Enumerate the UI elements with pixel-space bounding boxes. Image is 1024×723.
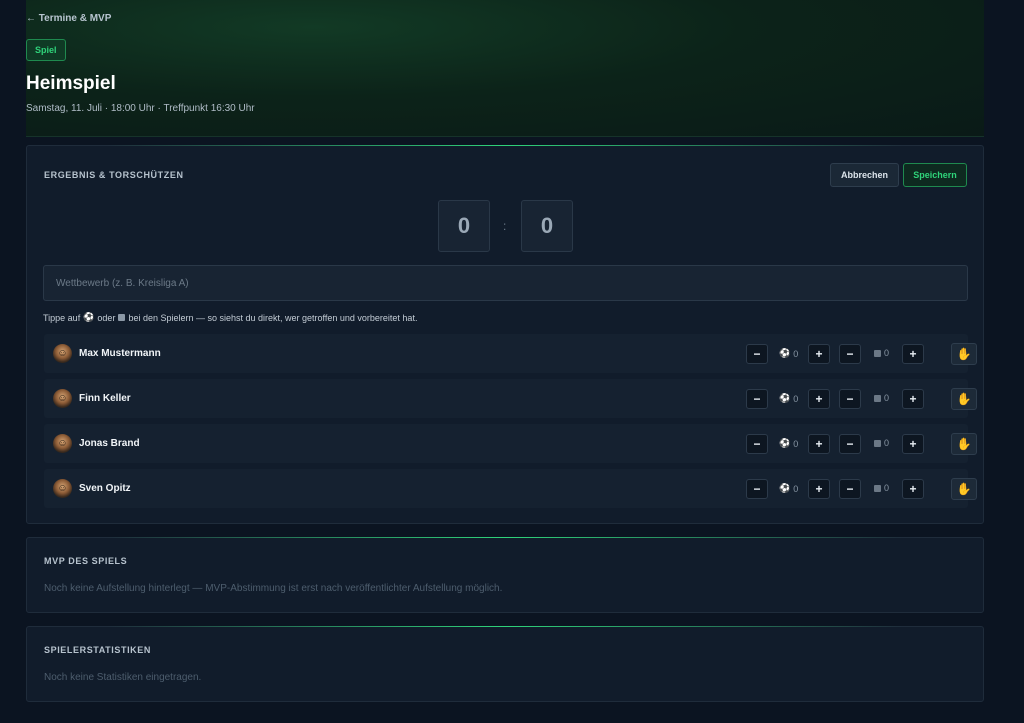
goal-increment-button[interactable]: +: [808, 344, 830, 364]
assist-value: 0: [884, 348, 890, 358]
player-name: Finn Keller: [79, 393, 131, 404]
assist-decrement-button[interactable]: −: [839, 434, 861, 454]
hint-text-3: bei den Spielern — so siehst du direkt, …: [128, 312, 418, 323]
score-home-input[interactable]: 0: [438, 200, 490, 252]
player-row: ☺ Max Mustermann − ⚽ 0 + − 0 + ✋: [44, 334, 977, 373]
soccer-ball-icon: ⚽: [779, 483, 791, 493]
assist-count: 0: [874, 438, 889, 448]
stats-card: SPIELERSTATISTIKEN Noch keine Statistike…: [26, 626, 984, 702]
soccer-ball-icon: ⚽: [779, 438, 791, 448]
stats-empty-text: Noch keine Statistiken eingetragen.: [44, 672, 202, 683]
assist-decrement-button[interactable]: −: [839, 344, 861, 364]
assist-value: 0: [884, 393, 890, 403]
hand-icon[interactable]: ✋: [951, 388, 977, 410]
player-row: ☺ Jonas Brand − ⚽ 0 + − 0 + ✋: [44, 424, 977, 463]
hint-text-1: Tippe auf: [43, 312, 81, 323]
goal-count: ⚽ 0: [779, 393, 798, 404]
goal-count: ⚽ 0: [779, 348, 798, 359]
assist-icon: [874, 394, 881, 402]
save-button[interactable]: Speichern: [903, 163, 967, 187]
assist-increment-button[interactable]: +: [902, 479, 924, 499]
competition-input[interactable]: [43, 265, 968, 301]
result-section-title: ERGEBNIS & TORSCHÜTZEN: [44, 170, 184, 180]
goal-count: ⚽ 0: [779, 483, 798, 494]
goal-value: 0: [793, 393, 799, 404]
player-name: Jonas Brand: [79, 438, 140, 449]
assist-count: 0: [874, 348, 889, 358]
hand-icon[interactable]: ✋: [951, 433, 977, 455]
player-name: Sven Opitz: [79, 483, 131, 494]
goal-decrement-button[interactable]: −: [746, 434, 768, 454]
avatar: ☺: [53, 344, 72, 363]
assist-value: 0: [884, 438, 890, 448]
result-card: ERGEBNIS & TORSCHÜTZEN Abbrechen Speiche…: [26, 145, 984, 524]
player-row: ☺ Sven Opitz − ⚽ 0 + − 0 + ✋: [44, 469, 977, 508]
hand-icon[interactable]: ✋: [951, 478, 977, 500]
assist-increment-button[interactable]: +: [902, 344, 924, 364]
avatar: ☺: [53, 389, 72, 408]
goal-value: 0: [793, 483, 799, 494]
scoring-hint: Tippe auf ⚽ oder bei den Spielern — so s…: [43, 312, 417, 323]
goal-decrement-button[interactable]: −: [746, 344, 768, 364]
assist-increment-button[interactable]: +: [902, 389, 924, 409]
assist-increment-button[interactable]: +: [902, 434, 924, 454]
mvp-section-title: MVP DES SPIELS: [44, 556, 128, 566]
stats-section-title: SPIELERSTATISTIKEN: [44, 645, 151, 655]
cancel-button[interactable]: Abbrechen: [830, 163, 899, 187]
hand-icon[interactable]: ✋: [951, 343, 977, 365]
player-name: Max Mustermann: [79, 348, 161, 359]
assist-count: 0: [874, 393, 889, 403]
goal-increment-button[interactable]: +: [808, 389, 830, 409]
avatar: ☺: [53, 479, 72, 498]
page-header: ← Termine & MVP Spiel Heimspiel Samstag,…: [26, 0, 984, 137]
assist-decrement-button[interactable]: −: [839, 389, 861, 409]
assist-icon: [118, 314, 126, 321]
assist-value: 0: [884, 483, 890, 493]
goal-count: ⚽ 0: [779, 438, 798, 449]
avatar: ☺: [53, 434, 72, 453]
assist-decrement-button[interactable]: −: [839, 479, 861, 499]
event-subtitle: Samstag, 11. Juli · 18:00 Uhr · Treffpun…: [26, 103, 255, 114]
goal-increment-button[interactable]: +: [808, 434, 830, 454]
assist-icon: [874, 439, 881, 447]
page-title: Heimspiel: [26, 73, 116, 94]
goal-value: 0: [793, 438, 799, 449]
player-row: ☺ Finn Keller − ⚽ 0 + − 0 + ✋: [44, 379, 977, 418]
assist-icon: [874, 349, 881, 357]
soccer-ball-icon: ⚽: [779, 348, 791, 358]
goal-increment-button[interactable]: +: [808, 479, 830, 499]
goal-decrement-button[interactable]: −: [746, 389, 768, 409]
event-type-badge: Spiel: [26, 39, 66, 61]
mvp-card: MVP DES SPIELS Noch keine Aufstellung hi…: [26, 537, 984, 613]
assist-count: 0: [874, 483, 889, 493]
score-away-input[interactable]: 0: [521, 200, 573, 252]
soccer-ball-icon: ⚽: [779, 393, 791, 403]
goal-value: 0: [793, 348, 799, 359]
back-link[interactable]: ← Termine & MVP: [26, 13, 111, 24]
soccer-ball-icon: ⚽: [83, 312, 95, 322]
assist-icon: [874, 484, 881, 492]
hint-text-2: oder: [97, 312, 116, 323]
score-separator: :: [503, 219, 507, 233]
goal-decrement-button[interactable]: −: [746, 479, 768, 499]
mvp-empty-text: Noch keine Aufstellung hinterlegt — MVP-…: [44, 583, 503, 594]
